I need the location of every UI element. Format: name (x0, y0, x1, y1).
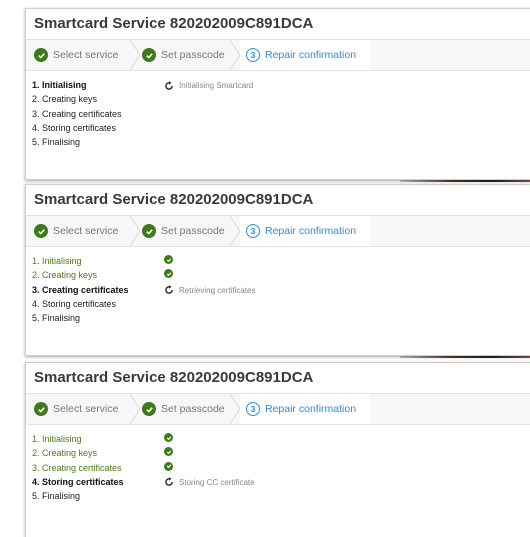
step-row: 3. Creating certificates (32, 461, 530, 475)
refresh-icon (165, 285, 173, 294)
refresh-icon (165, 80, 173, 90)
step-label: 3. Creating certificates (32, 462, 122, 473)
step-label: 1. Initialising (32, 80, 87, 90)
step-label: 2. Creating keys (32, 270, 98, 281)
step-label: 2. Creating keys (32, 94, 98, 105)
step-label: 5. Finalising (32, 313, 81, 324)
step-label: 2. Creating keys (32, 448, 98, 459)
check-circle-icon (142, 48, 156, 62)
step-row: 1. Initialising (32, 255, 530, 268)
wizard-steps: Select service Set passcode 3 Repair con… (26, 394, 530, 425)
wizard-step-label: Set passcode (161, 225, 225, 237)
wizard-step-repair-confirmation[interactable]: 3 Repair confirmation (240, 40, 370, 70)
step-row: 5. Finalising (32, 490, 530, 503)
smartcard-dialog: Smartcard Service 820202009C891DCA Selec… (25, 184, 530, 356)
wizard-step-set-passcode[interactable]: Set passcode (142, 394, 225, 424)
wizard-step-select-service[interactable]: Select service (34, 216, 118, 246)
step-row: 3. Creating certificates Retrieving cert… (32, 284, 530, 297)
check-circle-icon (34, 224, 48, 238)
step-row: 4. Storing certificates (32, 122, 530, 135)
chevron-divider (129, 216, 141, 246)
progress-steps: 1. Initialising 2. Creating keys 3. Crea… (26, 425, 530, 510)
step-row: 2. Creating keys (32, 269, 530, 282)
refresh-icon (165, 477, 173, 487)
step-status (164, 433, 173, 442)
check-circle-icon (164, 433, 173, 442)
step-row: 3. Creating certificates (32, 108, 530, 121)
step-status (164, 269, 173, 279)
wizard-step-label: Select service (53, 403, 119, 415)
step-status (164, 255, 173, 264)
wizard-step-label: Select service (53, 225, 119, 237)
wizard-step-label: Set passcode (161, 49, 225, 61)
wizard-step-label: Select service (53, 49, 119, 61)
step-status: Retrieving certificates (164, 284, 255, 297)
smartcard-dialog: Smartcard Service 820202009C891DCA Selec… (25, 8, 530, 180)
check-circle-icon (164, 447, 173, 457)
wizard-step-label: Repair confirmation (265, 225, 357, 237)
step-label: 3. Creating certificates (32, 108, 122, 119)
chevron-divider (129, 394, 141, 424)
step-label: 5. Finalising (32, 137, 81, 148)
step-label: 4. Storing certificates (32, 476, 124, 487)
step-row: 5. Finalising (32, 136, 530, 149)
step-row: 5. Finalising (32, 312, 530, 325)
dialog-title: Smartcard Service 820202009C891DCA (26, 185, 530, 216)
step-row: 4. Storing certificates (32, 298, 530, 311)
step-number-icon: 3 (246, 48, 260, 62)
check-circle-icon (34, 48, 48, 62)
wizard-step-repair-confirmation[interactable]: 3 Repair confirmation (240, 394, 370, 424)
step-label: 4. Storing certificates (32, 298, 117, 309)
step-status (164, 461, 173, 471)
status-text: Initialising Smartcard (179, 81, 254, 90)
wizard-step-label: Set passcode (161, 403, 225, 415)
check-circle-icon (164, 269, 173, 279)
progress-steps: 1. Initialising 2. Creating keys 3. Crea… (26, 247, 530, 332)
step-number-icon: 3 (246, 224, 260, 238)
step-label: 1. Initialising (32, 434, 82, 444)
step-status (164, 447, 173, 457)
status-text: Storing CC certificate (179, 477, 255, 487)
progress-steps: 1. Initialising Initialising Smartcard 2… (26, 71, 530, 156)
smartcard-dialog: Smartcard Service 820202009C891DCA Selec… (25, 362, 530, 537)
status-text: Retrieving certificates (179, 285, 256, 295)
wizard-step-select-service[interactable]: Select service (34, 394, 118, 424)
step-row: 1. Initialising Initialising Smartcard (32, 79, 530, 92)
wizard-step-label: Repair confirmation (265, 49, 357, 61)
check-circle-icon (164, 255, 173, 264)
wizard-steps: Select service Set passcode 3 Repair con… (26, 40, 530, 71)
chevron-divider (129, 40, 141, 70)
step-row: 2. Creating keys (32, 93, 530, 106)
check-circle-icon (142, 402, 156, 416)
check-circle-icon (164, 461, 173, 471)
check-circle-icon (34, 402, 48, 416)
step-label: 5. Finalising (32, 491, 81, 502)
wizard-steps: Select service Set passcode 3 Repair con… (26, 216, 530, 247)
wizard-step-label: Repair confirmation (265, 403, 357, 415)
step-row: 4. Storing certificates Storing CC certi… (32, 476, 530, 489)
step-label: 3. Creating certificates (32, 284, 129, 295)
wizard-step-set-passcode[interactable]: Set passcode (142, 40, 225, 70)
wizard-step-repair-confirmation[interactable]: 3 Repair confirmation (240, 216, 370, 246)
step-number-icon: 3 (246, 402, 260, 416)
step-row: 2. Creating keys (32, 447, 530, 460)
step-status: Storing CC certificate (164, 476, 255, 489)
step-label: 4. Storing certificates (32, 122, 117, 133)
step-row: 1. Initialising (32, 433, 530, 446)
step-status: Initialising Smartcard (164, 79, 253, 92)
check-circle-icon (142, 224, 156, 238)
wizard-step-set-passcode[interactable]: Set passcode (142, 216, 225, 246)
wizard-step-select-service[interactable]: Select service (34, 40, 118, 70)
dialog-title: Smartcard Service 820202009C891DCA (26, 363, 530, 394)
dialog-title: Smartcard Service 820202009C891DCA (26, 9, 530, 40)
step-label: 1. Initialising (32, 256, 82, 266)
